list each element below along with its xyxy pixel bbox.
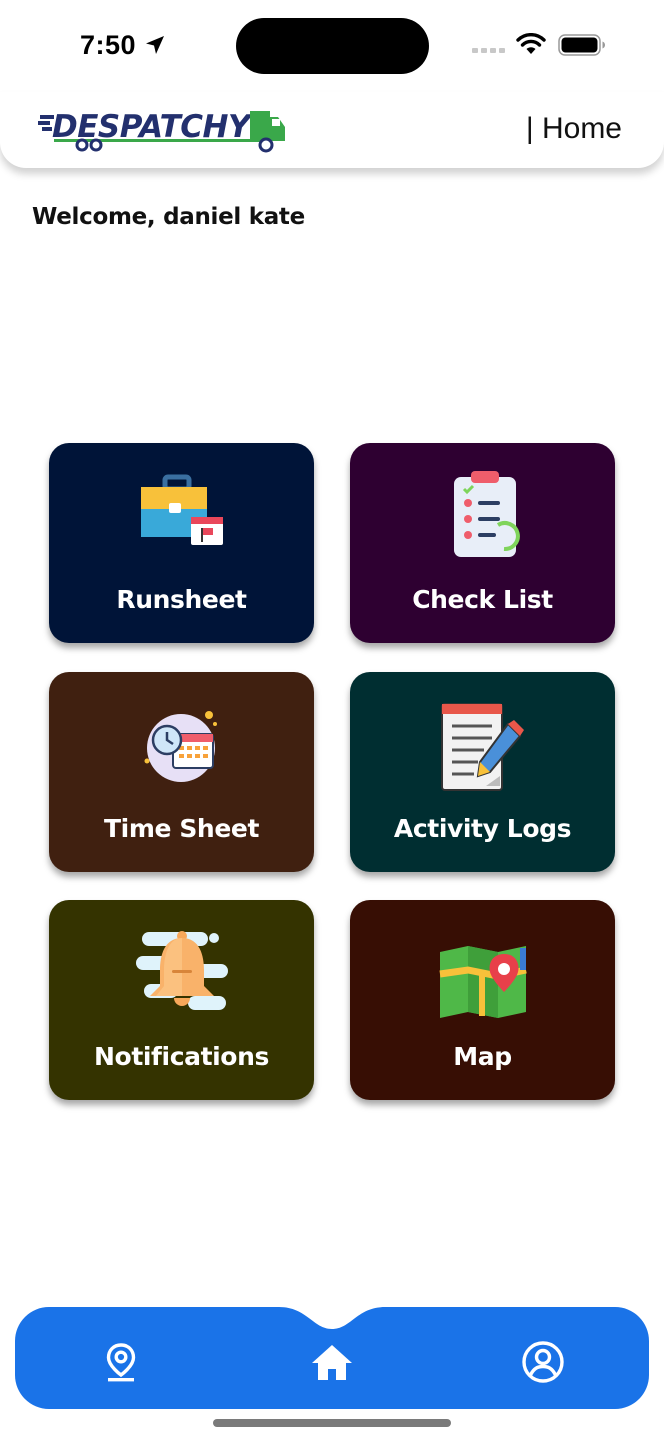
tile-label: Runsheet xyxy=(116,585,247,614)
cellular-signal-icon xyxy=(472,48,505,53)
map-pin-icon xyxy=(439,946,527,1018)
location-pin-icon xyxy=(106,1343,136,1382)
tile-map[interactable]: Map xyxy=(350,900,615,1100)
user-circle-icon xyxy=(522,1341,564,1383)
tile-label: Check List xyxy=(412,585,553,614)
nav-profile-button[interactable] xyxy=(520,1339,566,1385)
nav-location-button[interactable] xyxy=(98,1339,144,1385)
tile-runsheet[interactable]: Runsheet xyxy=(49,443,314,643)
battery-icon xyxy=(558,34,605,56)
tile-notifications[interactable]: Notifications xyxy=(49,900,314,1100)
tile-label: Notifications xyxy=(94,1042,269,1071)
wifi-icon xyxy=(516,33,546,54)
home-icon xyxy=(312,1345,352,1380)
tile-time-sheet[interactable]: Time Sheet xyxy=(49,672,314,872)
page-title: | Home xyxy=(525,112,622,145)
tile-check-list[interactable]: Check List xyxy=(350,443,615,643)
notepad-pencil-icon xyxy=(440,703,524,791)
tile-label: Map xyxy=(453,1042,512,1071)
tile-activity-logs[interactable]: Activity Logs xyxy=(350,672,615,872)
tile-label: Time Sheet xyxy=(104,814,259,843)
app-header: DESPATCHY | Home xyxy=(0,92,664,168)
status-bar: 7:50 xyxy=(0,0,664,92)
status-time: 7:50 xyxy=(80,30,137,60)
tile-label: Activity Logs xyxy=(393,814,572,843)
nav-home-button[interactable] xyxy=(309,1339,355,1385)
bottom-nav xyxy=(15,1307,649,1409)
clipboard-checklist-icon xyxy=(453,471,520,557)
bell-icon xyxy=(135,931,228,1010)
welcome-message: Welcome, daniel kate xyxy=(32,204,305,230)
home-indicator xyxy=(213,1419,451,1427)
briefcase-calendar-icon xyxy=(140,474,223,545)
location-arrow-icon xyxy=(146,36,164,54)
despatchy-logo[interactable]: DESPATCHY xyxy=(38,107,288,155)
dynamic-island xyxy=(236,18,429,74)
clock-calendar-icon xyxy=(144,711,217,782)
